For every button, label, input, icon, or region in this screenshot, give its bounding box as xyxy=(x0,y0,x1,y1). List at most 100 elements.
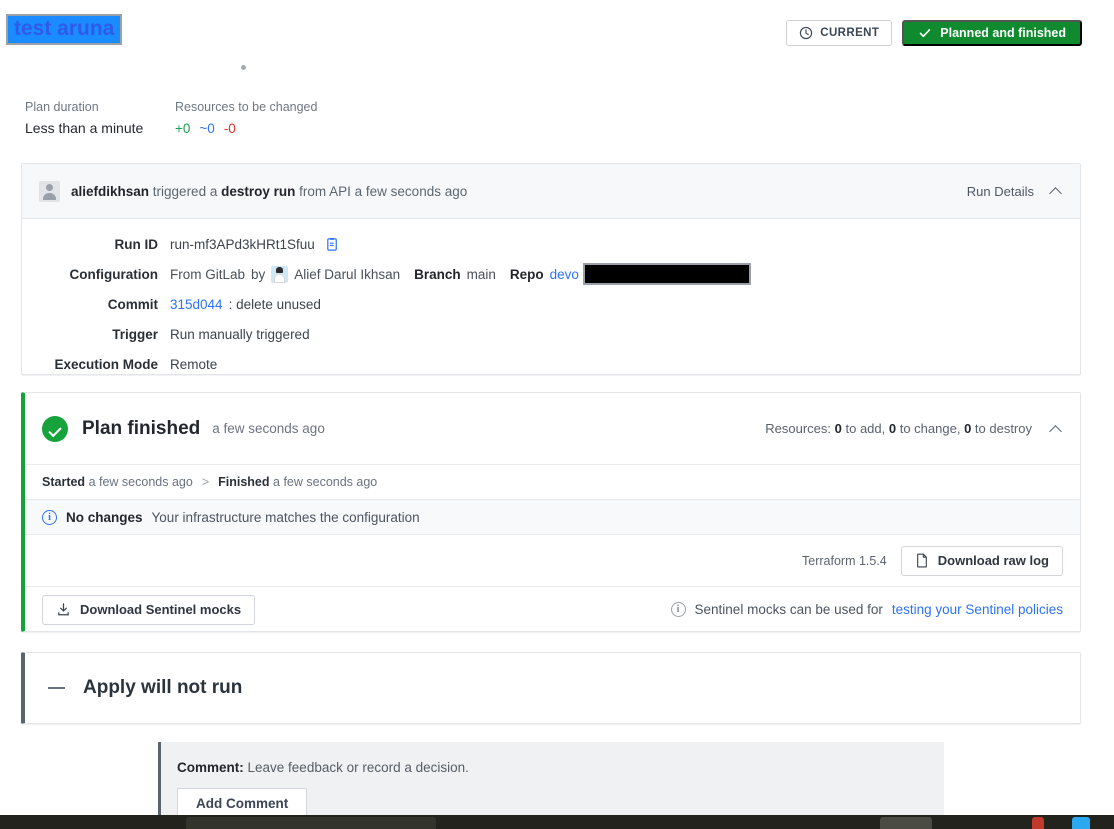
copy-icon[interactable] xyxy=(325,237,340,252)
configuration-label: Configuration xyxy=(69,266,158,282)
taskbar-icon-blue[interactable] xyxy=(1072,817,1090,829)
sentinel-note-text: Sentinel mocks can be used for xyxy=(694,602,883,617)
execution-mode-row: Execution Mode Remote xyxy=(22,349,1080,379)
run-details-card: aliefdikhsan triggered a destroy run fro… xyxy=(21,163,1081,375)
apply-card[interactable]: Apply will not run xyxy=(21,652,1081,724)
status-badge-label: Planned and finished xyxy=(940,26,1066,40)
repo-label: Repo xyxy=(509,266,544,282)
run-details-body: Run ID run-mf3APd3kHRt1Sfuu Configuratio… xyxy=(22,219,1080,379)
run-id-value: run-mf3APd3kHRt1Sfuu xyxy=(170,236,315,252)
comment-prompt: Comment: Leave feedback or record a deci… xyxy=(161,742,944,775)
plan-resources-prefix: Resources: xyxy=(765,421,832,436)
os-taskbar-strip xyxy=(0,815,1114,829)
taskbar-window-b[interactable] xyxy=(880,817,932,829)
plan-footer-row: Download Sentinel mocks i Sentinel mocks… xyxy=(25,587,1080,632)
sentinel-note: i Sentinel mocks can be used for testing… xyxy=(670,602,1063,617)
plan-no-changes-notice: i No changes Your infrastructure matches… xyxy=(25,500,1080,535)
run-trigger-summary: aliefdikhsan triggered a destroy run fro… xyxy=(71,184,467,199)
download-raw-log-button[interactable]: Download raw log xyxy=(900,545,1063,576)
resources-destroy: -0 xyxy=(223,121,236,136)
configuration-by-label: by xyxy=(251,266,266,282)
commit-label: Commit xyxy=(107,296,158,312)
add-comment-button[interactable]: Add Comment xyxy=(177,788,308,818)
clock-icon xyxy=(799,26,813,40)
chevron-up-icon xyxy=(1050,185,1062,197)
plan-finished-label: Finished xyxy=(218,475,270,489)
configuration-author: Alief Darul Ikhsan xyxy=(294,266,401,282)
run-details-toggle[interactable]: Run Details xyxy=(967,184,1062,199)
status-badge-button[interactable]: Planned and finished xyxy=(902,20,1082,46)
repo-link[interactable]: devo xyxy=(550,267,579,282)
author-avatar xyxy=(271,265,289,283)
comment-label: Comment: xyxy=(177,760,244,775)
plan-chevron-up-icon[interactable] xyxy=(1050,423,1062,435)
page-title-wrap: test aruna xyxy=(6,14,123,45)
resources-add: +0 xyxy=(175,121,191,136)
comment-text: Leave feedback or record a decision. xyxy=(247,760,469,775)
download-sentinel-mocks-label: Download Sentinel mocks xyxy=(80,602,242,617)
plan-finished-value: a few seconds ago xyxy=(273,475,378,489)
resources-changed-values: +0 ~0 -0 xyxy=(175,116,435,141)
run-details-header[interactable]: aliefdikhsan triggered a destroy run fro… xyxy=(22,164,1080,219)
plan-notice-title: No changes xyxy=(66,509,143,525)
plan-resources-add: 0 xyxy=(834,421,842,436)
plan-started-value: a few seconds ago xyxy=(88,475,193,489)
plan-resources-text: Resources: 0 to add, 0 to change, 0 to d… xyxy=(765,421,1032,436)
trigger-value: Run manually triggered xyxy=(170,326,310,342)
page-title[interactable]: test aruna xyxy=(6,14,123,45)
dash-icon xyxy=(48,687,65,689)
plan-resources-destroy-suffix: to destroy xyxy=(971,421,1032,436)
run-id-label: Run ID xyxy=(114,236,159,252)
run-actor: aliefdikhsan xyxy=(71,183,150,199)
run-details-toggle-label: Run Details xyxy=(966,183,1034,199)
plan-tools-row: Terraform 1.5.4 Download raw log xyxy=(25,535,1080,587)
plan-duration-block: Plan duration Less than a minute xyxy=(25,98,175,141)
breadcrumb-dot xyxy=(241,65,246,70)
execution-mode-value: Remote xyxy=(170,356,218,372)
page-header: test aruna CURRENT Planned and finished xyxy=(0,0,1114,60)
sentinel-policies-link[interactable]: testing your Sentinel policies xyxy=(892,602,1063,617)
plan-duration-value: Less than a minute xyxy=(25,120,144,136)
branch-value: main xyxy=(466,266,496,282)
configuration-row: Configuration From GitLab by Alief Darul… xyxy=(22,259,1080,289)
avatar xyxy=(39,180,60,202)
run-meta: Plan duration Less than a minute Resourc… xyxy=(25,98,435,141)
sentinel-info-icon: i xyxy=(670,602,686,617)
commit-value-wrap: 315d044: delete unused xyxy=(170,297,321,312)
plan-resources-summary: Resources: 0 to add, 0 to change, 0 to d… xyxy=(765,421,1062,436)
redaction-box xyxy=(582,263,751,285)
plan-resources-change-suffix: to change, xyxy=(896,421,961,436)
plan-duration-label: Plan duration xyxy=(25,100,99,114)
download-sentinel-mocks-button[interactable]: Download Sentinel mocks xyxy=(42,594,256,625)
run-type: destroy run xyxy=(221,183,296,199)
trigger-row: Trigger Run manually triggered xyxy=(22,319,1080,349)
plan-title: Plan finished xyxy=(82,417,201,439)
plan-timeline: Started a few seconds ago > Finished a f… xyxy=(25,465,1080,500)
current-button-label: CURRENT xyxy=(820,27,880,39)
resources-changed-block: Resources to be changed +0 ~0 -0 xyxy=(175,98,435,141)
configuration-value-wrap: From GitLab by Alief Darul Ikhsan Branch… xyxy=(170,263,751,285)
run-page: test aruna CURRENT Planned and finished … xyxy=(0,0,1114,829)
download-raw-log-label: Download raw log xyxy=(937,553,1049,568)
commit-sha-link[interactable]: 315d044 xyxy=(170,297,223,312)
execution-mode-label: Execution Mode xyxy=(54,356,158,372)
taskbar-window-a[interactable] xyxy=(186,817,436,829)
download-icon xyxy=(56,602,71,617)
resources-changed-label: Resources to be changed xyxy=(175,100,318,114)
plan-card-header[interactable]: Plan finished a few seconds ago Resource… xyxy=(25,393,1080,465)
plan-card: Plan finished a few seconds ago Resource… xyxy=(21,392,1081,632)
header-actions: CURRENT Planned and finished xyxy=(786,20,1082,46)
commit-row: Commit 315d044: delete unused xyxy=(22,289,1080,319)
run-verb: triggered a xyxy=(152,183,218,199)
plan-subtitle: a few seconds ago xyxy=(212,421,325,436)
check-circle-icon xyxy=(42,415,68,442)
run-source: from API a few seconds ago xyxy=(299,183,468,199)
current-button[interactable]: CURRENT xyxy=(786,20,893,46)
configuration-source: From GitLab xyxy=(170,266,246,282)
plan-notice-text: Your infrastructure matches the configur… xyxy=(151,509,420,525)
trigger-label: Trigger xyxy=(112,326,158,342)
resources-change: ~0 xyxy=(199,121,215,136)
plan-resources-add-suffix: to add, xyxy=(841,421,886,436)
branch-label: Branch xyxy=(414,266,461,282)
taskbar-icon-red[interactable] xyxy=(1032,817,1044,829)
